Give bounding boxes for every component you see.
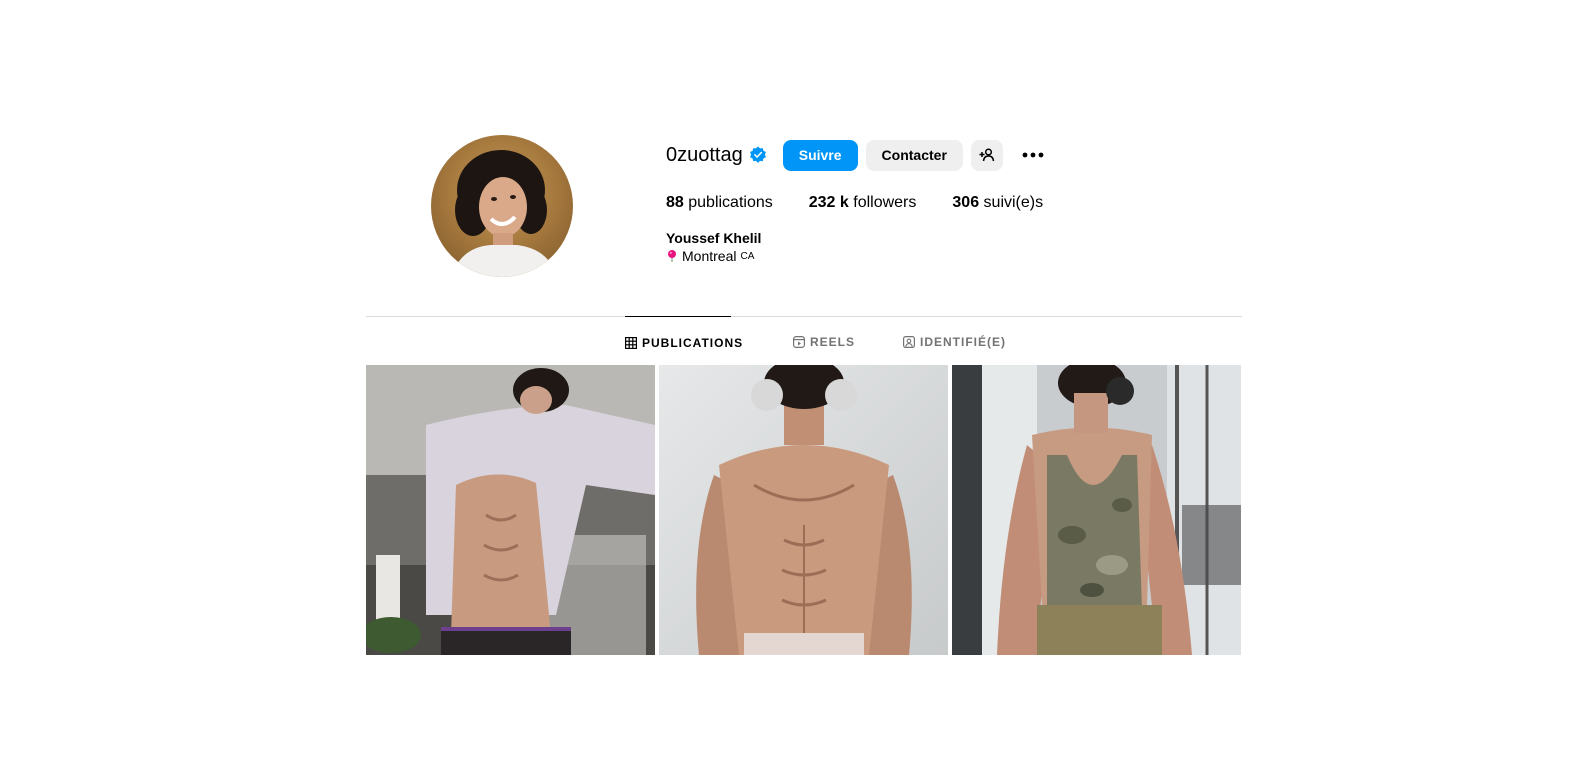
followers-label: followers <box>853 194 917 211</box>
profile-tabs: PUBLICATIONS REELS IDENTIFIÉ(E) <box>366 316 1242 368</box>
more-dots-icon <box>1022 152 1044 158</box>
tab-publications-label: PUBLICATIONS <box>642 335 744 350</box>
profile-header: 0zuottag Suivre Contacter 88 publication… <box>366 130 1242 280</box>
profile-page: 0zuottag Suivre Contacter 88 publication… <box>0 0 1586 766</box>
post-image <box>659 365 948 655</box>
tab-reels[interactable]: REELS <box>793 316 855 368</box>
tab-reels-label: REELS <box>810 335 856 349</box>
following-count: 306 <box>952 194 980 211</box>
add-user-icon <box>979 148 995 162</box>
post-image <box>952 365 1241 655</box>
contact-button[interactable]: Contacter <box>865 139 963 171</box>
more-options-button[interactable] <box>1017 139 1049 171</box>
grid-icon <box>625 336 638 349</box>
profile-avatar[interactable] <box>431 135 573 277</box>
post-image <box>366 365 655 655</box>
profile-stats: 88 publications 232 k followers 306 suiv… <box>666 194 1079 212</box>
publications-label: publications <box>688 194 773 211</box>
suggest-user-button[interactable] <box>970 139 1003 171</box>
location: Montreal CA <box>666 248 754 264</box>
followers-count: 232 k <box>808 194 849 211</box>
following-label: suivi(e)s <box>983 194 1044 211</box>
follow-button[interactable]: Suivre <box>782 139 858 171</box>
post-thumbnail[interactable] <box>659 365 948 655</box>
location-country-code: CA <box>740 250 755 262</box>
tab-tagged[interactable]: IDENTIFIÉ(E) <box>903 316 1006 368</box>
profile-info: 0zuottag Suivre Contacter 88 publication… <box>666 130 1226 280</box>
post-thumbnail[interactable] <box>366 365 655 655</box>
profile-actions-row: 0zuottag Suivre Contacter <box>666 139 1049 171</box>
reels-icon <box>793 336 806 349</box>
tab-tagged-label: IDENTIFIÉ(E) <box>920 335 1006 349</box>
verified-badge-icon <box>749 146 767 164</box>
tab-publications[interactable]: PUBLICATIONS <box>625 316 742 368</box>
avatar-image <box>451 150 557 277</box>
followers-stat[interactable]: 232 k followers <box>809 194 917 212</box>
publications-stat: 88 publications <box>666 194 773 212</box>
post-thumbnail[interactable] <box>952 365 1241 655</box>
following-stat[interactable]: 306 suivi(e)s <box>952 194 1043 212</box>
location-name: Montreal <box>682 248 737 264</box>
full-name: Youssef Khelil <box>666 230 762 246</box>
publications-count: 88 <box>666 194 684 211</box>
tagged-user-icon <box>903 336 916 349</box>
round-pushpin-icon <box>666 249 678 263</box>
posts-grid <box>366 365 1242 655</box>
username: 0zuottag <box>666 143 743 166</box>
